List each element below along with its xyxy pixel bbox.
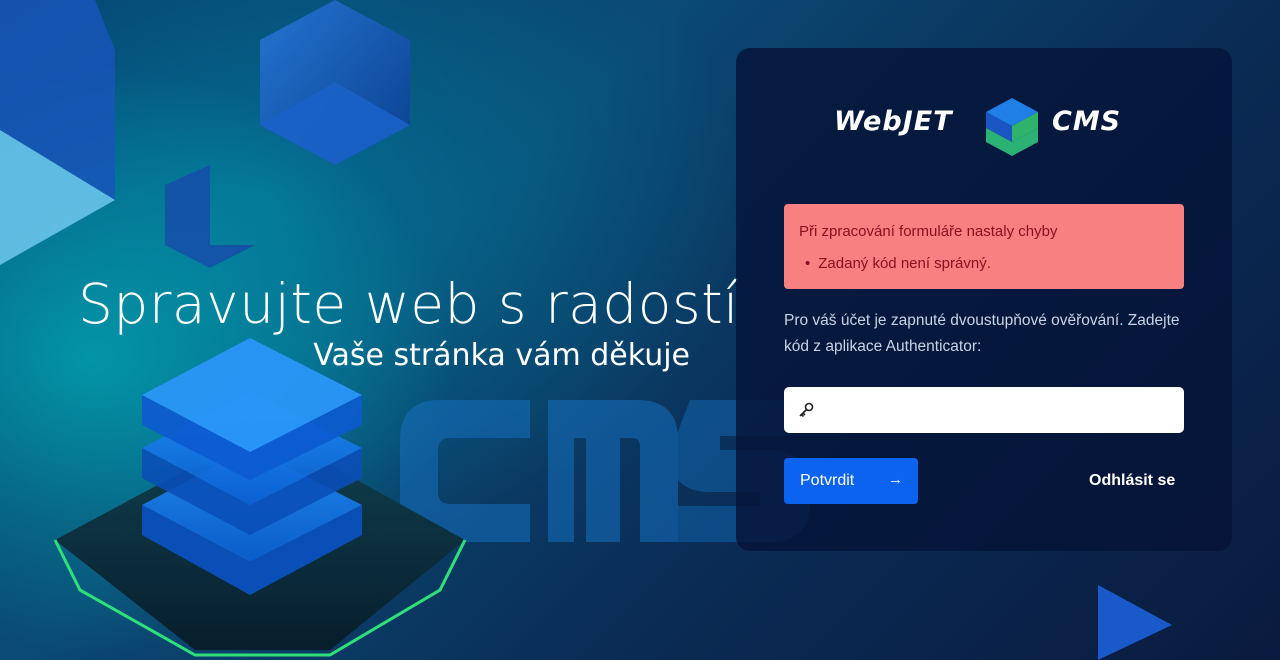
code-input[interactable] [824, 387, 1178, 435]
error-alert: Při zpracování formuláře nastaly chyby Z… [784, 204, 1184, 289]
logo-right-text: CMS [1052, 106, 1122, 137]
login-panel: WebJET CMS Při zpracování formuláře nast… [736, 48, 1232, 551]
key-icon [799, 402, 814, 418]
logo-left-text: WebJET [834, 106, 953, 137]
two-factor-info: Pro váš účet je zapnuté dvoustupňové ově… [784, 312, 1180, 355]
logo-mark-icon [986, 98, 1038, 156]
arrow-right-icon: → [888, 471, 903, 488]
submit-button[interactable]: Potvrdit → [784, 458, 918, 504]
hero-title: Spravujte web s radostí [78, 272, 739, 336]
webjet-logo: WebJET CMS [834, 94, 1134, 158]
alert-error-item: Zadaný kód není správný. [805, 255, 991, 272]
logout-link[interactable]: Odhlásit se [1089, 472, 1175, 490]
code-field[interactable] [784, 387, 1184, 435]
submit-button-label: Potvrdit [800, 472, 855, 489]
alert-title: Při zpracování formuláře nastaly chyby [799, 223, 1058, 240]
hero-subtitle: Vaše stránka vám děkuje [313, 338, 690, 373]
